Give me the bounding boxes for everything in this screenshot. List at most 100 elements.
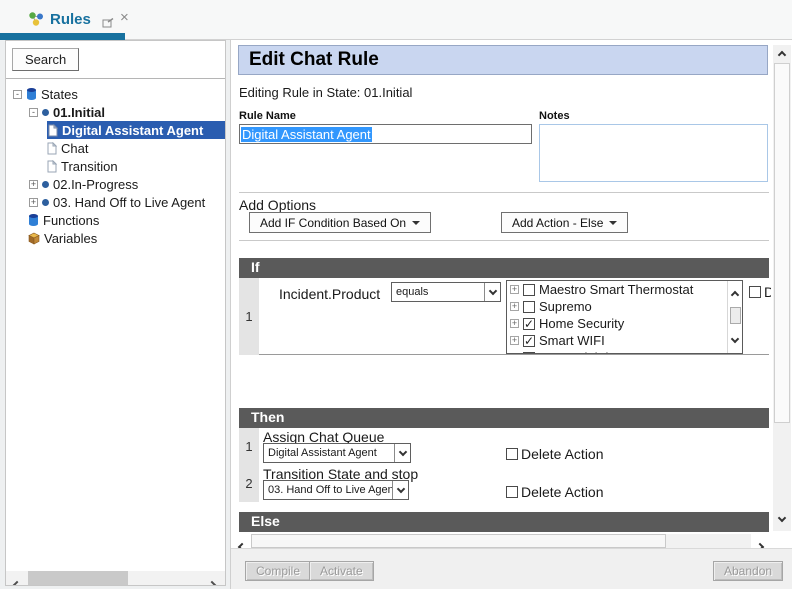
scroll-down-icon[interactable] [732, 329, 738, 347]
activate-button[interactable]: Activate [309, 561, 374, 581]
scrollbar-thumb[interactable] [251, 534, 666, 548]
chat-queue-select[interactable]: Digital Assistant Agent [263, 443, 411, 463]
abandon-button[interactable]: Abandon [713, 561, 783, 581]
notes-label: Notes [539, 110, 570, 122]
condition-field-label: Incident.Product [279, 286, 380, 302]
product-list[interactable]: + Maestro Smart Thermostat + Supremo + H… [506, 280, 743, 354]
popout-icon[interactable] [102, 15, 114, 33]
tree-label: Transition [61, 159, 118, 174]
scrollbar-thumb[interactable] [774, 63, 790, 423]
add-if-condition-button[interactable]: Add IF Condition Based On [249, 212, 431, 233]
sidebar-item-03-hand-off-to-live-agent[interactable]: + 03. Hand Off to Live Agent [6, 193, 225, 211]
collapse-icon[interactable]: - [29, 108, 38, 117]
search-button[interactable]: Search [12, 48, 79, 71]
scroll-up-icon[interactable] [773, 45, 791, 61]
sidebar-item-transition[interactable]: Transition [6, 157, 225, 175]
rules-icon [28, 11, 44, 32]
page-title: Edit Chat Rule [238, 45, 768, 75]
else-section-header: Else [239, 512, 769, 532]
compile-button[interactable]: Compile [245, 561, 311, 581]
variables-cube-icon [28, 232, 40, 245]
tab-strip: Rules × [0, 0, 792, 40]
rules-tree: - States - 01.Initial Digital Assistant … [6, 85, 225, 247]
sidebar-item-01-initial[interactable]: - 01.Initial [6, 103, 225, 121]
product-checkbox[interactable] [523, 284, 535, 296]
chevron-down-icon [394, 444, 410, 462]
sidebar-divider [6, 78, 225, 79]
scroll-down-icon[interactable] [773, 511, 791, 527]
chevron-down-icon [392, 481, 408, 499]
product-checkbox[interactable] [523, 335, 535, 347]
notes-textarea[interactable] [539, 124, 768, 182]
expand-icon[interactable]: + [29, 180, 38, 189]
dropdown-arrow-icon [412, 221, 420, 225]
delete-action-control[interactable]: Delete Action [506, 446, 604, 462]
transition-state-select[interactable]: 03. Hand Off to Live Agent [263, 480, 409, 500]
expand-icon[interactable]: + [510, 285, 519, 294]
product-checkbox[interactable] [523, 352, 535, 355]
sidebar-item-digital-assistant-agent[interactable]: Digital Assistant Agent [6, 121, 225, 139]
expand-icon[interactable]: + [510, 336, 519, 345]
main-vertical-scrollbar[interactable] [773, 45, 791, 531]
section-divider [239, 192, 769, 193]
add-action-else-button[interactable]: Add Action - Else [501, 212, 628, 233]
product-checkbox[interactable] [523, 318, 535, 330]
sidebar-item-functions[interactable]: Functions [6, 211, 225, 229]
tree-label: 01.Initial [53, 105, 105, 120]
product-label: Maestro Smart Thermostat [539, 282, 693, 297]
product-label: Supremo [539, 299, 592, 314]
sidebar-item-states[interactable]: - States [6, 85, 225, 103]
main-horizontal-scrollbar[interactable] [239, 534, 769, 548]
product-item[interactable]: + Supremo [507, 298, 742, 315]
sidebar-item-02-in-progress[interactable]: + 02.In-Progress [6, 175, 225, 193]
rules-sidebar: Search - States - 01.Initial Digital Ass… [5, 40, 226, 586]
rule-name-input[interactable]: Digital Assistant Agent [239, 124, 532, 144]
rule-name-label: Rule Name [239, 110, 296, 122]
tree-label: Chat [61, 141, 88, 156]
expand-icon[interactable]: + [510, 353, 519, 354]
sidebar-item-chat[interactable]: Chat [6, 139, 225, 157]
sidebar-horizontal-scrollbar[interactable] [6, 571, 225, 585]
selected-tree-row: Digital Assistant Agent [47, 121, 225, 139]
tree-label: States [41, 87, 78, 102]
active-tab-underline [0, 33, 125, 40]
expand-icon[interactable]: + [510, 302, 519, 311]
selected-input-text: Digital Assistant Agent [241, 127, 372, 142]
product-label: Home Security [539, 316, 624, 331]
delete-action-control[interactable]: Delete Action [506, 484, 604, 500]
product-item[interactable]: + Home Security [507, 315, 742, 332]
delete-condition-checkbox[interactable] [749, 286, 761, 298]
expand-icon[interactable]: + [510, 319, 519, 328]
state-bullet-icon [42, 199, 49, 206]
then-section-header: Then [239, 408, 769, 428]
tree-label: Variables [44, 231, 97, 246]
delete-action-checkbox[interactable] [506, 486, 518, 498]
product-item[interactable]: + Smart Lighting [507, 349, 742, 354]
scrollbar-thumb[interactable] [730, 307, 741, 324]
product-item[interactable]: + Maestro Smart Thermostat [507, 281, 742, 298]
state-bullet-icon [42, 109, 49, 116]
operator-select[interactable]: equals [391, 282, 501, 302]
product-item[interactable]: + Smart WIFI [507, 332, 742, 349]
rule-page-icon [48, 124, 58, 137]
scroll-right-icon[interactable] [209, 575, 215, 586]
close-icon[interactable]: × [120, 9, 129, 26]
expand-icon[interactable]: + [29, 198, 38, 207]
scroll-up-icon[interactable] [732, 285, 738, 303]
chevron-down-icon [484, 283, 500, 301]
delete-condition-control[interactable]: Delete Condition [749, 284, 771, 300]
tree-label: 02.In-Progress [53, 177, 138, 192]
add-options-label: Add Options [239, 197, 316, 213]
main-content: Edit Chat Rule Editing Rule in State: 01… [231, 40, 771, 589]
section-divider [239, 240, 769, 241]
tab-title: Rules [50, 11, 91, 28]
sidebar-item-variables[interactable]: Variables [6, 229, 225, 247]
condition-row-number: 1 [239, 278, 259, 355]
rule-page-icon [47, 160, 57, 173]
delete-action-checkbox[interactable] [506, 448, 518, 460]
product-checkbox[interactable] [523, 301, 535, 313]
collapse-icon[interactable]: - [13, 90, 22, 99]
scroll-left-icon[interactable] [14, 575, 20, 586]
scrollbar-thumb[interactable] [28, 571, 128, 585]
product-list-scrollbar[interactable] [727, 281, 742, 353]
